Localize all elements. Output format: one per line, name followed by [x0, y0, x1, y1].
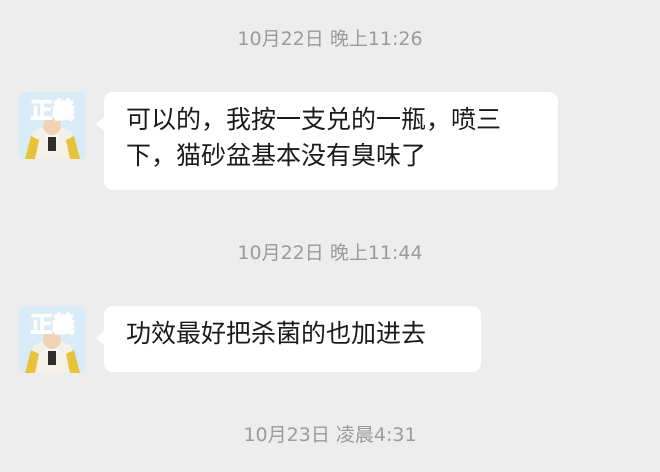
sender-avatar[interactable]: 正義 — [19, 92, 86, 159]
message-timestamp: 10月22日 晚上11:26 — [237, 28, 423, 50]
message-timestamp: 10月22日 晚上11:44 — [237, 242, 423, 264]
sender-avatar[interactable]: 正義 — [19, 306, 86, 373]
avatar-glyph: 正義 — [30, 312, 74, 338]
message-text: 功效最好把杀菌的也加进去 — [126, 319, 427, 348]
avatar-image: 正義 — [19, 92, 86, 159]
message-bubble[interactable]: 功效最好把杀菌的也加进去 — [96, 306, 481, 372]
message-bubble[interactable]: 可以的，我按一支兑的一瓶，喷三下，猫砂盆基本没有臭味了 — [96, 92, 558, 190]
avatar-image: 正義 — [19, 306, 86, 373]
message-text: 可以的，我按一支兑的一瓶，喷三下，猫砂盆基本没有臭味了 — [126, 105, 502, 170]
message-timestamp: 10月23日 凌晨4:31 — [243, 424, 417, 446]
avatar-glyph: 正義 — [30, 98, 74, 124]
